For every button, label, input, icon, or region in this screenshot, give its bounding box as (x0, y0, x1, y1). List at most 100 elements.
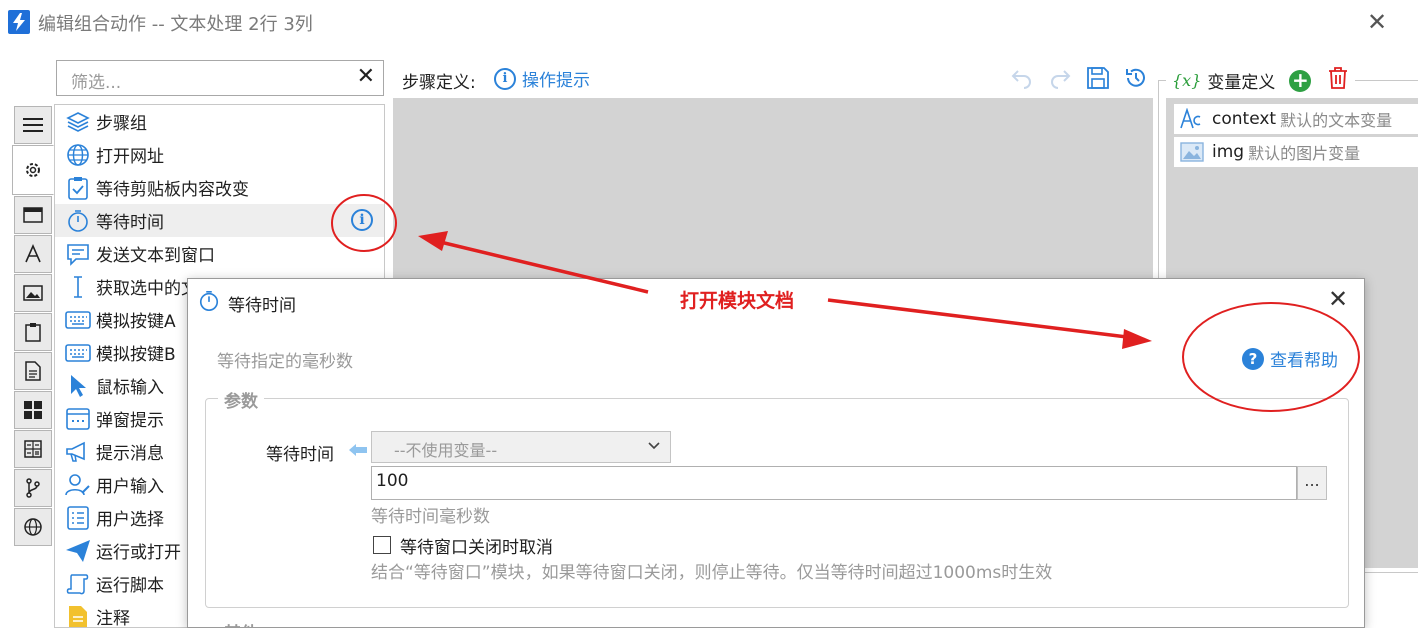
clipboard-check-icon (65, 175, 91, 201)
clipboard-icon (25, 323, 41, 342)
popup-icon (65, 406, 91, 432)
view-help-link[interactable]: ? 查看帮助 (1242, 346, 1338, 371)
add-variable-button[interactable]: + (1289, 69, 1312, 92)
view-help-label: 查看帮助 (1270, 351, 1338, 371)
filter-box[interactable]: 筛选... ✕ (56, 60, 384, 96)
trash-icon (1329, 67, 1348, 89)
stopwatch-icon (65, 208, 91, 234)
variable-desc: 默认的文本变量 (1280, 111, 1393, 130)
megaphone-icon (65, 439, 91, 465)
module-label: 提示消息 (96, 444, 164, 464)
dialog-close-button[interactable]: ✕ (1328, 285, 1348, 313)
category-tabs (12, 106, 54, 547)
keyboard-icon (65, 307, 91, 333)
variable-item-img[interactable]: img 默认的图片变量 (1174, 137, 1418, 167)
cursor-icon (65, 373, 91, 399)
tab-menu[interactable] (14, 106, 52, 144)
more-options-button[interactable]: ... (1297, 466, 1327, 500)
windows-icon (24, 401, 42, 419)
module-label: 发送文本到窗口 (96, 246, 215, 266)
variables-title: 变量定义 (1207, 73, 1276, 93)
variables-header: {x} 变量定义 + (1166, 66, 1356, 95)
variable-name: context (1212, 109, 1277, 129)
module-item-send-text[interactable]: 发送文本到窗口 (55, 237, 384, 270)
module-label: 运行脚本 (96, 576, 164, 596)
module-label: 运行或打开 (96, 543, 181, 563)
operation-tips-link[interactable]: i 操作提示 (494, 66, 590, 91)
annotation-label: 打开模块文档 (680, 290, 795, 312)
info-icon: i (494, 67, 516, 90)
tab-windows[interactable] (14, 391, 52, 429)
window-close-button[interactable]: ✕ (1362, 8, 1392, 36)
dialog-description: 等待指定的毫秒数 (217, 352, 353, 372)
tab-settings[interactable] (12, 145, 54, 195)
steps-label: 步骤定义: (402, 73, 476, 93)
variable-icon: {x} (1172, 71, 1202, 90)
tab-document[interactable] (14, 352, 52, 390)
variable-item-context[interactable]: context 默认的文本变量 (1174, 104, 1418, 134)
text-icon (25, 244, 41, 263)
user-edit-icon (65, 472, 91, 498)
tab-calculator[interactable] (14, 430, 52, 468)
text-cursor-icon (65, 274, 91, 300)
module-label: 注释 (96, 609, 130, 628)
wait-time-input[interactable]: 100 (371, 466, 1297, 500)
layers-icon (65, 109, 91, 135)
tab-clipboard[interactable] (14, 313, 52, 351)
variable-select[interactable]: --不使用变量-- (371, 431, 671, 463)
module-item-wait-clipboard[interactable]: 等待剪贴板内容改变 (55, 171, 384, 204)
undo-icon[interactable] (1010, 66, 1034, 90)
document-icon (25, 361, 41, 381)
text-var-icon (1180, 108, 1201, 129)
send-icon (65, 538, 91, 564)
wait-time-label: 等待时间 (266, 445, 334, 465)
module-item-open-url[interactable]: 打开网址 (55, 138, 384, 171)
window-title: 编辑组合动作 -- 文本处理 2行 3列 (38, 14, 313, 35)
clear-filter-button[interactable]: ✕ (357, 64, 375, 89)
module-label: 弹窗提示 (96, 411, 164, 431)
variable-name: img (1212, 142, 1245, 162)
tab-image[interactable] (14, 274, 52, 312)
image-icon (23, 285, 43, 301)
module-item-wait-time[interactable]: 等待时间 i (55, 204, 384, 237)
module-doc-info-button[interactable]: i (351, 209, 373, 231)
globe-icon (65, 142, 91, 168)
module-label: 等待时间 (96, 213, 164, 233)
calculator-icon (24, 440, 42, 458)
tab-branch[interactable] (14, 469, 52, 507)
module-doc-dialog: 等待时间 ✕ 等待指定的毫秒数 ? 查看帮助 参数 等待时间 --不使用变量--… (187, 278, 1365, 628)
cancel-on-close-label[interactable]: 等待窗口关闭时取消 (400, 533, 553, 558)
tab-window[interactable] (14, 196, 52, 234)
message-icon (65, 241, 91, 267)
steps-toolbar (1010, 66, 1148, 90)
operation-tips-label: 操作提示 (522, 71, 590, 91)
module-label: 用户选择 (96, 510, 164, 530)
cancel-on-close-checkbox[interactable] (373, 536, 391, 554)
tab-web[interactable] (14, 508, 52, 546)
image-var-icon (1180, 142, 1204, 162)
history-icon[interactable] (1124, 66, 1148, 90)
filter-input[interactable]: 筛选... (71, 68, 121, 93)
title-bar: 编辑组合动作 -- 文本处理 2行 3列 ✕ (0, 0, 1418, 44)
module-label: 打开网址 (96, 147, 164, 167)
globe-icon (24, 518, 42, 536)
variable-select-value: --不使用变量-- (394, 441, 498, 460)
module-label: 用户输入 (96, 477, 164, 497)
arrow-left-icon (348, 442, 368, 462)
tab-text[interactable] (14, 235, 52, 273)
wait-time-hint: 等待时间毫秒数 (371, 507, 490, 527)
app-logo-icon (8, 10, 30, 34)
branch-icon (26, 478, 40, 498)
module-label: 鼠标输入 (96, 378, 164, 398)
menu-icon (23, 118, 43, 132)
delete-variable-button[interactable] (1327, 66, 1349, 95)
module-label: 步骤组 (96, 114, 147, 134)
save-icon[interactable] (1086, 66, 1110, 90)
window-icon (23, 207, 43, 223)
other-legend: 其他 (224, 619, 258, 627)
module-label: 模拟按键A (96, 312, 176, 332)
redo-icon[interactable] (1048, 66, 1072, 90)
module-label: 模拟按键B (96, 345, 176, 365)
module-item-step-group[interactable]: 步骤组 (55, 105, 384, 138)
help-icon: ? (1242, 347, 1264, 370)
